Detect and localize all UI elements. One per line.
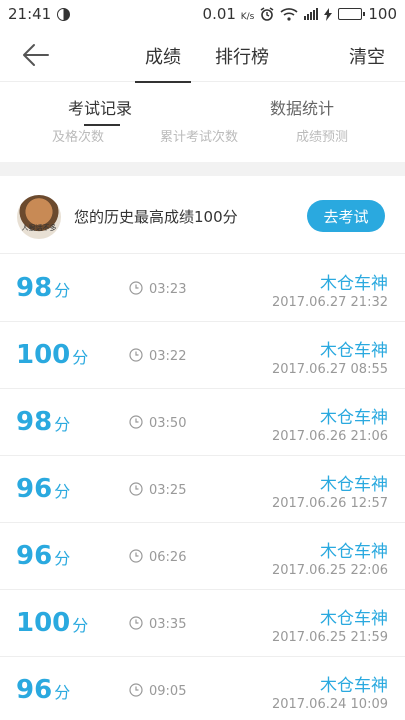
wifi-icon: [280, 8, 298, 21]
record-duration: 03:22: [149, 349, 187, 364]
data-saver-icon: [57, 7, 71, 21]
record-name: 木仓车神: [320, 676, 388, 696]
record-score-value: 100: [16, 340, 71, 370]
record-date: 2017.06.27 08:55: [271, 362, 388, 377]
record-date: 2017.06.25 21:59: [271, 630, 388, 645]
record-score-value: 96: [16, 541, 53, 571]
clock-icon: [129, 348, 143, 362]
clock-icon: [129, 415, 143, 429]
tab-data-stats[interactable]: 数据统计: [270, 95, 334, 119]
record-score-unit: 分: [54, 549, 71, 568]
record-row[interactable]: 100 分 03:22 木仓车神 2017.06.27 08:55: [0, 322, 405, 389]
status-time: 21:41: [8, 5, 52, 23]
section-divider: [0, 162, 405, 176]
record-name: 木仓车神: [320, 341, 388, 361]
record-score: 98 分: [16, 407, 70, 437]
tab-ranking[interactable]: 排行榜: [215, 43, 269, 69]
record-duration: 03:35: [149, 617, 187, 632]
clock-icon: [129, 549, 143, 563]
record-name: 木仓车神: [320, 542, 388, 562]
record-row[interactable]: 96 分 06:26 木仓车神 2017.06.25 22:06: [0, 523, 405, 590]
stat-label-score-prediction: 成绩预测: [296, 130, 349, 142]
record-date: 2017.06.27 21:32: [271, 295, 388, 310]
avatar-caption: 人狠话不多: [21, 224, 57, 232]
tab-exam-records[interactable]: 考试记录: [68, 95, 132, 119]
record-score-unit: 分: [72, 348, 89, 367]
signal-icon: [304, 8, 319, 20]
clock-icon: [129, 482, 143, 496]
record-duration: 06:26: [149, 550, 187, 565]
record-name: 木仓车神: [320, 274, 388, 294]
network-speed: 0.01 K/s: [203, 5, 255, 23]
clock-icon: [129, 683, 143, 697]
tab-scores[interactable]: 成绩: [135, 43, 191, 83]
record-score: 96 分: [16, 541, 70, 571]
battery-icon: [338, 8, 366, 20]
record-row[interactable]: 98 分 03:23 木仓车神 2017.06.27 21:32: [0, 255, 405, 322]
record-row[interactable]: 100 分 03:35 木仓车神 2017.06.25 21:59: [0, 590, 405, 657]
record-score: 98 分: [16, 273, 70, 303]
record-score: 96 分: [16, 474, 70, 504]
record-score-unit: 分: [54, 415, 71, 434]
top-nav: 成绩 排行榜 清空: [0, 28, 405, 83]
alarm-icon: [260, 7, 274, 21]
battery-percent: 100: [368, 5, 397, 23]
record-score-value: 100: [16, 608, 71, 638]
charging-icon: [324, 7, 333, 21]
stat-label-total-exams: 累计考试次数: [160, 130, 239, 142]
record-name: 木仓车神: [320, 408, 388, 428]
back-arrow-icon[interactable]: [20, 41, 50, 69]
record-name: 木仓车神: [320, 475, 388, 495]
record-score-value: 96: [16, 675, 53, 705]
stat-label-pass-count: 及格次数: [52, 130, 105, 142]
record-duration: 09:05: [149, 684, 187, 699]
network-speed-unit: K/s: [240, 12, 255, 22]
record-duration: 03:25: [149, 483, 187, 498]
record-name: 木仓车神: [320, 609, 388, 629]
status-bar: 21:41 0.01 K/s 100: [0, 0, 405, 28]
record-score-value: 98: [16, 407, 53, 437]
record-row[interactable]: 96 分 09:05 木仓车神 2017.06.24 10:09: [0, 657, 405, 720]
go-exam-button[interactable]: 去考试: [307, 200, 385, 232]
record-row[interactable]: 96 分 03:25 木仓车神 2017.06.26 12:57: [0, 456, 405, 523]
best-score-text: 您的历史最高成绩100分: [74, 208, 238, 226]
record-duration: 03:23: [149, 282, 187, 297]
record-duration: 03:50: [149, 416, 187, 431]
record-date: 2017.06.26 12:57: [271, 496, 388, 511]
clear-button[interactable]: 清空: [349, 43, 385, 69]
sub-tabs: 考试记录 数据统计: [0, 82, 405, 126]
record-score: 100 分: [16, 608, 88, 638]
stats-peek: 及格次数 累计考试次数 成绩预测: [0, 126, 405, 142]
avatar: 人狠话不多: [17, 195, 61, 239]
record-score-unit: 分: [54, 281, 71, 300]
record-score-unit: 分: [72, 616, 89, 635]
network-speed-value: 0.01: [202, 5, 236, 23]
record-date: 2017.06.24 10:09: [271, 697, 388, 712]
clock-icon: [129, 616, 143, 630]
record-score: 96 分: [16, 675, 70, 705]
record-date: 2017.06.25 22:06: [271, 563, 388, 578]
record-score: 100 分: [16, 340, 88, 370]
record-score-value: 98: [16, 273, 53, 303]
clock-icon: [129, 281, 143, 295]
record-score-unit: 分: [54, 482, 71, 501]
record-row[interactable]: 98 分 03:50 木仓车神 2017.06.26 21:06: [0, 389, 405, 456]
record-score-unit: 分: [54, 683, 71, 702]
record-date: 2017.06.26 21:06: [271, 429, 388, 444]
status-right: 0.01 K/s 100: [203, 5, 397, 23]
record-score-value: 96: [16, 474, 53, 504]
best-score-row: 人狠话不多 您的历史最高成绩100分 去考试: [0, 176, 405, 254]
